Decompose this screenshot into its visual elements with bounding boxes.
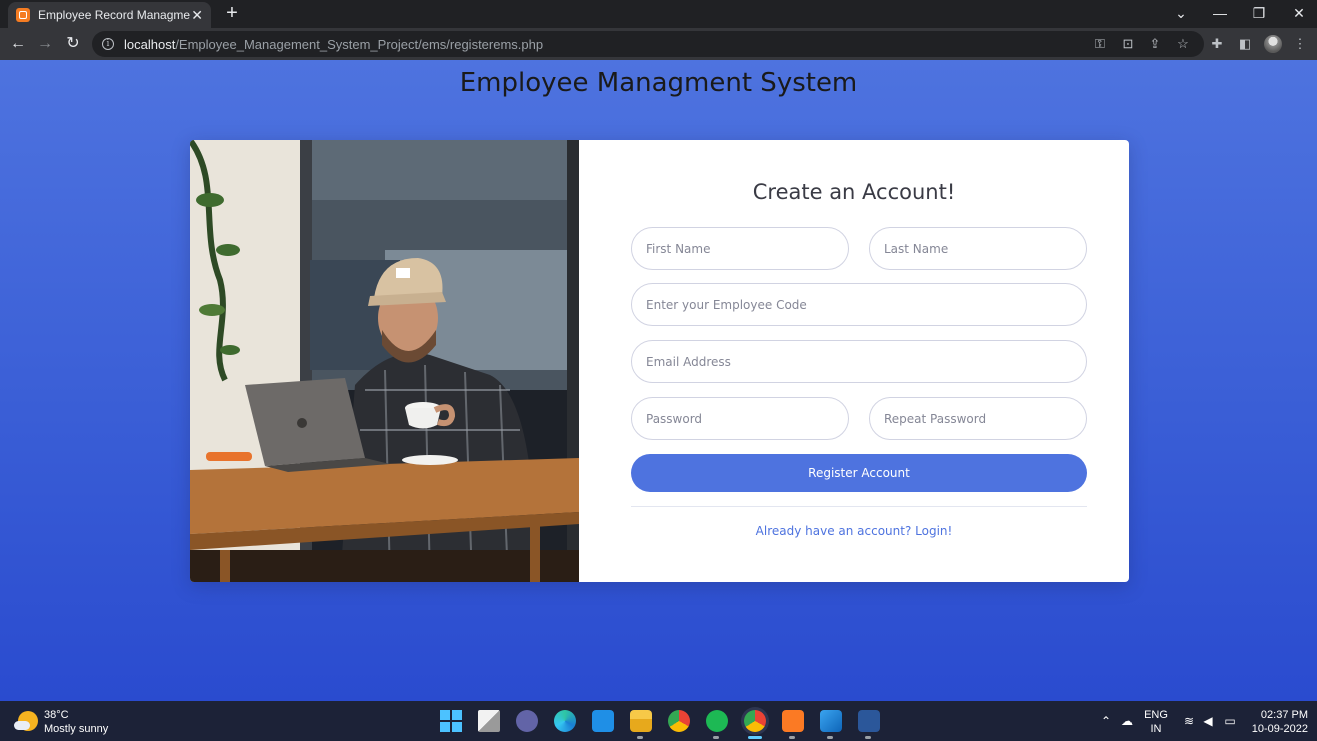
- weather-description[interactable]: Mostly sunny: [44, 723, 108, 735]
- site-info-icon[interactable]: i: [102, 38, 114, 50]
- browser-tab-bar: Employee Record Managment Sy ✕ + ⌄ — ❐ ✕: [0, 0, 1317, 28]
- register-form: Create an Account! Register Account Alre…: [579, 140, 1129, 582]
- xampp-indicator: [789, 736, 795, 739]
- windows-taskbar: 38°C Mostly sunny ⌃ ☁ ENG IN ≋ ◀ ▭ 02:37…: [0, 701, 1317, 741]
- password-input[interactable]: [631, 397, 849, 440]
- spotify-indicator: [713, 736, 719, 739]
- weather-sun-icon[interactable]: [14, 711, 38, 731]
- xampp-favicon-icon: [16, 8, 30, 22]
- form-divider: [631, 506, 1087, 507]
- restore-icon[interactable]: ❐: [1249, 4, 1269, 22]
- battery-icon[interactable]: ▭: [1222, 714, 1238, 728]
- login-link[interactable]: Already have an account? Login!: [579, 524, 1129, 538]
- reload-icon[interactable]: ↻: [62, 33, 84, 55]
- register-image: [190, 140, 579, 582]
- clock-time[interactable]: 02:37 PM: [1246, 709, 1308, 721]
- file-explorer-icon[interactable]: [630, 710, 652, 732]
- forward-icon[interactable]: →: [34, 33, 56, 55]
- minimize-icon[interactable]: —: [1210, 4, 1230, 22]
- url-path: /Employee_Management_System_Project/ems/…: [175, 36, 544, 52]
- task-view-icon[interactable]: [478, 710, 500, 732]
- email-input[interactable]: [631, 340, 1087, 383]
- explorer-indicator: [637, 736, 643, 739]
- profile-avatar[interactable]: [1264, 35, 1282, 53]
- side-panel-icon[interactable]: ◧: [1236, 35, 1254, 53]
- chrome-icon[interactable]: [668, 710, 690, 732]
- edge-icon[interactable]: [554, 710, 576, 732]
- language-indicator-bottom[interactable]: IN: [1142, 723, 1170, 735]
- vscode-icon[interactable]: [820, 710, 842, 732]
- spotify-icon[interactable]: [706, 710, 728, 732]
- teams-chat-icon[interactable]: [516, 710, 538, 732]
- address-bar[interactable]: i localhost/Employee_Management_System_P…: [92, 31, 1204, 57]
- browser-toolbar: ← → ↻ i localhost/Employee_Management_Sy…: [0, 28, 1317, 60]
- repeat-password-input[interactable]: [869, 397, 1087, 440]
- word-indicator: [865, 736, 871, 739]
- browser-tab[interactable]: Employee Record Managment Sy ✕: [8, 2, 211, 28]
- onedrive-cloud-icon[interactable]: ☁: [1119, 714, 1135, 728]
- chrome-profile-icon[interactable]: [744, 710, 766, 732]
- mail-icon[interactable]: [592, 710, 614, 732]
- employee-code-input[interactable]: [631, 283, 1087, 326]
- back-icon[interactable]: ←: [7, 33, 29, 55]
- start-icon[interactable]: [440, 710, 462, 732]
- chrome-active-indicator: [748, 736, 762, 739]
- first-name-input[interactable]: [631, 227, 849, 270]
- vscode-indicator: [827, 736, 833, 739]
- volume-icon[interactable]: ◀: [1200, 714, 1216, 728]
- xampp-icon[interactable]: [782, 710, 804, 732]
- new-tab-icon[interactable]: +: [222, 3, 242, 23]
- word-icon[interactable]: [858, 710, 880, 732]
- wifi-icon[interactable]: ≋: [1181, 714, 1197, 728]
- weather-temperature[interactable]: 38°C: [44, 709, 69, 721]
- form-title: Create an Account!: [752, 180, 956, 204]
- show-hidden-icons-chevron-icon[interactable]: ⌃: [1098, 714, 1114, 728]
- translate-icon[interactable]: ⊡: [1119, 35, 1137, 53]
- bookmark-star-icon[interactable]: ☆: [1174, 35, 1192, 53]
- language-indicator-top[interactable]: ENG: [1142, 709, 1170, 721]
- key-icon[interactable]: ⚿: [1091, 35, 1109, 53]
- last-name-input[interactable]: [869, 227, 1087, 270]
- register-card: Create an Account! Register Account Alre…: [190, 140, 1129, 582]
- share-icon[interactable]: ⇪: [1146, 35, 1164, 53]
- extensions-icon[interactable]: ✚: [1208, 35, 1226, 53]
- page-title: Employee Managment System: [459, 68, 858, 98]
- tab-search-icon[interactable]: ⌄: [1171, 4, 1191, 22]
- page-viewport: Employee Managment System Create an Acco…: [0, 60, 1317, 701]
- menu-icon[interactable]: ⋮: [1291, 35, 1309, 53]
- close-tab-icon[interactable]: ✕: [191, 8, 203, 22]
- close-window-icon[interactable]: ✕: [1289, 4, 1309, 22]
- clock-date[interactable]: 10-09-2022: [1246, 723, 1308, 735]
- tab-title: Employee Record Managment Sy: [38, 8, 190, 22]
- register-account-button[interactable]: Register Account: [631, 454, 1087, 492]
- url-host: localhost: [124, 36, 176, 52]
